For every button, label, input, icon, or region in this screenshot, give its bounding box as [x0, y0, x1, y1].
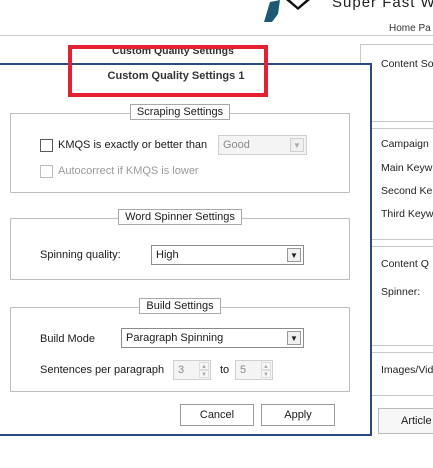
breadcrumb[interactable]: Home Pa	[389, 23, 431, 34]
to-label: to	[220, 364, 230, 376]
app-tagline: Super Fast W	[332, 0, 433, 11]
chevron-down-icon: ▼	[287, 331, 301, 345]
chevron-down-icon: ▼	[290, 138, 304, 152]
side-label-campaign: Campaign	[381, 138, 429, 150]
spinning-quality-value: High	[156, 249, 179, 261]
chevron-up-icon[interactable]: ▲	[199, 362, 209, 370]
build-mode-value: Paragraph Spinning	[126, 332, 224, 344]
autocorrect-label: Autocorrect if KMQS is lower	[58, 165, 199, 177]
chevron-down-icon[interactable]: ▼	[261, 370, 271, 378]
build-mode-label: Build Mode	[40, 333, 96, 345]
kmqs-label: KMQS is exactly or better than	[58, 139, 208, 151]
side-label-third-keyword: Third Keyw	[381, 208, 433, 220]
build-mode-select[interactable]: Paragraph Spinning ▼	[121, 328, 304, 348]
kmqs-select[interactable]: Good ▼	[218, 135, 307, 155]
chevron-up-icon[interactable]: ▲	[261, 362, 271, 370]
side-label-spinner: Spinner:	[381, 286, 421, 298]
apply-button[interactable]: Apply	[261, 404, 335, 426]
kmqs-select-value: Good	[223, 139, 250, 151]
scraping-settings-legend: Scraping Settings	[129, 104, 231, 120]
sentences-to-value: 5	[240, 364, 247, 376]
sentences-per-paragraph-label: Sentences per paragraph	[40, 364, 165, 376]
sentences-from-value: 3	[178, 364, 185, 376]
build-settings-legend: Build Settings	[139, 298, 221, 314]
logo-icon	[264, 0, 310, 22]
kmqs-checkbox[interactable]	[40, 139, 53, 152]
word-spinner-settings-legend: Word Spinner Settings	[118, 209, 242, 225]
spinning-quality-label: Spinning quality:	[40, 249, 121, 261]
side-label-content-quality: Content Q	[381, 258, 429, 270]
autocorrect-checkbox[interactable]	[40, 165, 53, 178]
cancel-button[interactable]: Cancel	[180, 404, 254, 426]
chevron-down-icon: ▼	[287, 248, 301, 262]
custom-quality-dialog: Custom Quality Settings 1 Scraping Setti…	[0, 63, 372, 436]
spinning-quality-select[interactable]: High ▼	[151, 245, 304, 265]
build-settings-group: Build Settings Build Mode Paragraph Spin…	[10, 298, 350, 392]
highlight-annotation	[68, 45, 268, 97]
side-label-content-source: Content So	[381, 58, 433, 70]
side-label-second-keyword: Second Ke	[381, 185, 433, 197]
sentences-from-stepper[interactable]: 3 ▲ ▼	[173, 360, 211, 380]
word-spinner-settings-group: Word Spinner Settings Spinning quality: …	[10, 209, 350, 280]
article-button[interactable]: Article	[378, 408, 433, 434]
side-label-images: Images/Vid	[381, 364, 433, 376]
chevron-down-icon[interactable]: ▼	[199, 370, 209, 378]
top-bar	[0, 22, 433, 36]
scraping-settings-group: Scraping Settings KMQS is exactly or bet…	[10, 104, 350, 193]
sentences-to-stepper[interactable]: 5 ▲ ▼	[235, 360, 273, 380]
side-label-main-keyword: Main Keyw	[381, 162, 433, 174]
